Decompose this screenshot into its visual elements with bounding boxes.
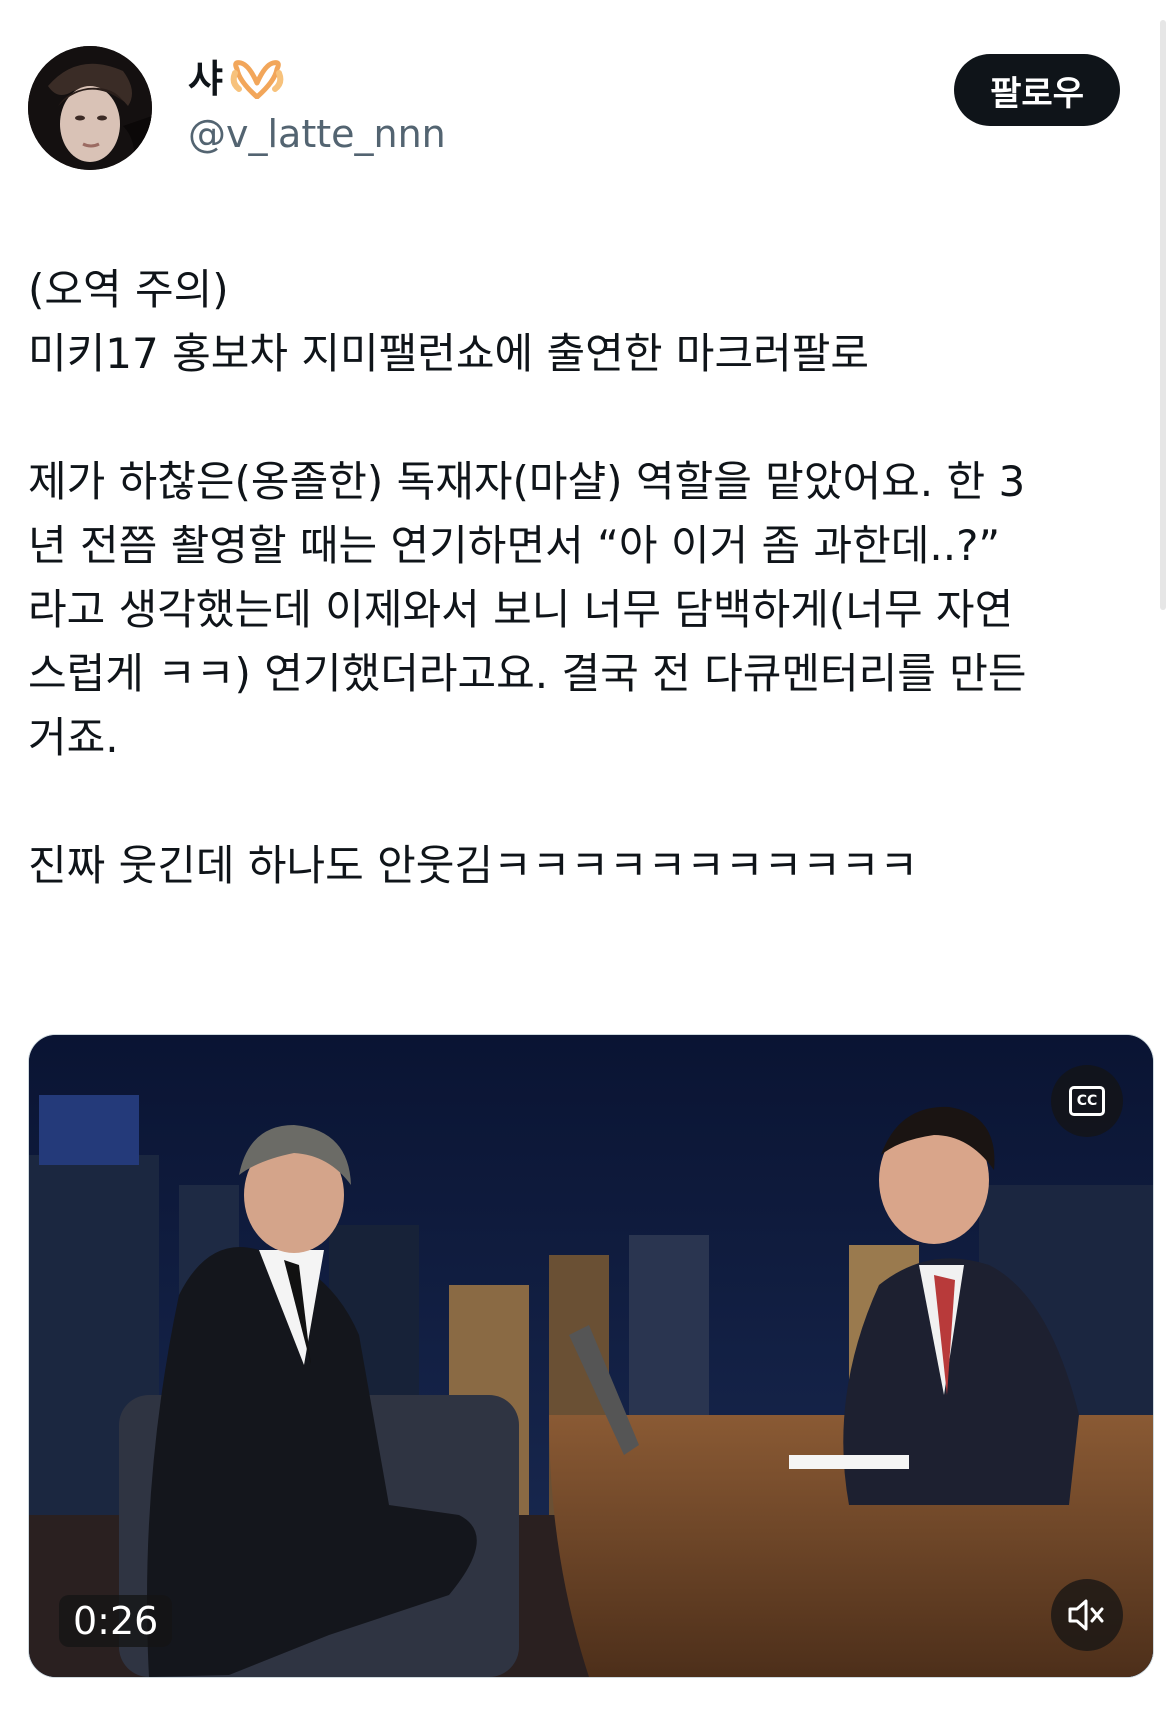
display-name-row[interactable]: 샤 (188, 56, 446, 102)
follow-button[interactable]: 팔로우 (954, 54, 1120, 126)
user-handle[interactable]: @v_latte_nnn (188, 104, 446, 164)
user-names: 샤 @v_latte_nnn (188, 56, 446, 164)
speaker-muted-icon (1068, 1599, 1104, 1631)
closed-captions-icon: CC (1069, 1086, 1105, 1116)
video-duration: 0:26 (59, 1595, 173, 1647)
mute-button[interactable] (1051, 1579, 1123, 1651)
video-player[interactable]: CC 0:26 (28, 1034, 1154, 1678)
display-name: 샤 (188, 57, 223, 101)
scrollbar[interactable] (1160, 20, 1166, 610)
tweet-text: (오역 주의) 미키17 홍보차 지미팰런쇼에 출연한 마크러팔로 제가 하찮은… (28, 265, 1027, 890)
avatar[interactable] (28, 46, 152, 170)
tweet-header: 샤 @v_latte_nnn 팔로우 (28, 46, 1130, 176)
closed-captions-button[interactable]: CC (1051, 1065, 1123, 1137)
heart-hands-icon (229, 59, 285, 100)
video-thumbnail (29, 1035, 1153, 1677)
